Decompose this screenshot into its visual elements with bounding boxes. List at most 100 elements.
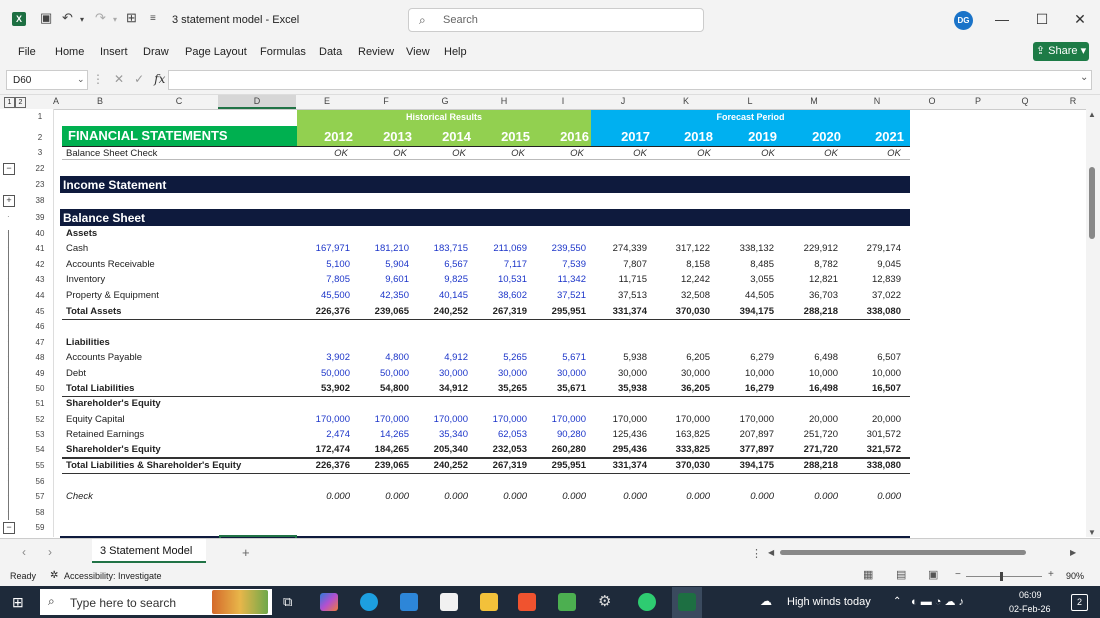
value-cell[interactable]: 170,000 [359,414,409,425]
value-cell[interactable]: 20,000 [788,414,838,425]
clock-date[interactable]: 02-Feb-26 [1009,604,1051,614]
row-number[interactable]: 39 [28,213,52,222]
value-cell[interactable]: 301,572 [851,429,901,440]
value-cell[interactable]: 16,279 [724,383,774,394]
line-label[interactable]: Shareholder's Equity [66,444,161,455]
file-explorer-icon[interactable] [480,593,498,611]
value-cell[interactable]: 9,825 [418,274,468,285]
value-cell[interactable]: 5,938 [597,352,647,363]
year-header[interactable]: 2012 [303,129,353,144]
value-cell[interactable]: 6,205 [660,352,710,363]
col-header[interactable]: G [416,96,474,106]
value-cell[interactable]: 0.000 [359,491,409,502]
search-input[interactable]: ⌕ Search [408,8,704,32]
page-break-view-icon[interactable]: ▣ [928,568,938,581]
borders-icon[interactable]: ⊞ [126,10,137,26]
row-number[interactable]: 23 [28,180,52,189]
row-number[interactable]: 38 [28,196,52,205]
year-header[interactable]: 2014 [421,129,471,144]
row-number[interactable]: 45 [28,307,52,316]
value-cell[interactable]: 170,000 [597,414,647,425]
tab-draw[interactable]: Draw [143,46,169,58]
value-cell[interactable]: 170,000 [660,414,710,425]
tab-help[interactable]: Help [444,46,467,58]
value-cell[interactable]: 36,205 [660,383,710,394]
row-number[interactable]: 56 [28,477,52,486]
redo-dropdown-icon[interactable]: ▾ [113,15,117,24]
check-value[interactable]: OK [874,148,914,159]
chevron-down-icon[interactable]: ⌄ [77,74,85,85]
autosave-icon[interactable]: ▣ [40,10,52,26]
line-label[interactable]: Total Liabilities & Shareholder's Equity [66,460,241,471]
share-button[interactable]: ⇪ Share ▾ [1033,42,1089,61]
tab-page-layout[interactable]: Page Layout [185,46,247,58]
value-cell[interactable]: 333,825 [660,444,710,455]
value-cell[interactable]: 7,807 [597,259,647,270]
more-icon[interactable]: ⋮ [92,72,104,86]
value-cell[interactable]: 170,000 [300,414,350,425]
value-cell[interactable]: 10,531 [477,274,527,285]
value-cell[interactable]: 338,132 [724,243,774,254]
value-cell[interactable]: 163,825 [660,429,710,440]
line-label[interactable]: Liabilities [66,337,110,348]
value-cell[interactable]: 16,498 [788,383,838,394]
value-cell[interactable]: 11,715 [597,274,647,285]
value-cell[interactable]: 50,000 [300,368,350,379]
tab-review[interactable]: Review [358,46,394,58]
value-cell[interactable]: 331,374 [597,306,647,317]
value-cell[interactable]: 229,912 [788,243,838,254]
scroll-right-icon[interactable]: ▶ [1070,548,1076,557]
value-cell[interactable]: 30,000 [536,368,586,379]
col-header[interactable]: A [52,96,60,106]
brave-icon[interactable] [518,593,536,611]
value-cell[interactable]: 16,507 [851,383,901,394]
income-statement-header[interactable]: Income Statement [63,178,166,192]
scroll-up-icon[interactable]: ▲ [1088,110,1096,119]
col-header[interactable]: Q [1002,96,1048,106]
value-cell[interactable]: 20,000 [851,414,901,425]
value-cell[interactable]: 50,000 [359,368,409,379]
settings-icon[interactable]: ⚙ [598,592,611,610]
value-cell[interactable]: 2,474 [300,429,350,440]
value-cell[interactable]: 4,800 [359,352,409,363]
customize-toolbar-icon[interactable]: ≡ [150,13,156,24]
year-header[interactable]: 2015 [480,129,530,144]
check-value[interactable]: OK [557,148,597,159]
year-header[interactable]: 2017 [600,129,650,144]
value-cell[interactable]: 240,252 [418,306,468,317]
col-header[interactable]: F [357,96,415,106]
value-cell[interactable]: 321,572 [851,444,901,455]
accessibility-icon[interactable]: ✲ [50,570,58,581]
line-label[interactable]: Debt [66,368,86,379]
horizontal-scroll-thumb[interactable] [780,550,1026,555]
zoom-in-icon[interactable]: + [1048,569,1054,580]
value-cell[interactable]: 226,376 [300,306,350,317]
year-header[interactable]: 2020 [791,129,841,144]
value-cell[interactable]: 35,265 [477,383,527,394]
check-value[interactable]: OK [748,148,788,159]
value-cell[interactable]: 181,210 [359,243,409,254]
value-cell[interactable]: 35,938 [597,383,647,394]
value-cell[interactable]: 9,601 [359,274,409,285]
value-cell[interactable]: 240,252 [418,460,468,471]
zoom-slider[interactable] [966,576,1042,577]
value-cell[interactable]: 7,539 [536,259,586,270]
col-header[interactable]: I [534,96,592,106]
col-header[interactable]: B [62,96,138,106]
value-cell[interactable]: 30,000 [418,368,468,379]
cancel-icon[interactable]: ✕ [114,72,124,86]
value-cell[interactable]: 331,374 [597,460,647,471]
check-label[interactable]: Balance Sheet Check [66,148,157,159]
zoom-out-icon[interactable]: − [955,569,961,580]
row-number[interactable]: 22 [28,164,52,173]
tab-data[interactable]: Data [319,46,342,58]
value-cell[interactable]: 232,053 [477,444,527,455]
redo-icon[interactable]: ↷ [95,10,106,26]
year-header[interactable]: 2013 [362,129,412,144]
line-label[interactable]: Accounts Receivable [66,259,155,270]
value-cell[interactable]: 12,242 [660,274,710,285]
value-cell[interactable]: 226,376 [300,460,350,471]
enter-icon[interactable]: ✓ [134,72,144,86]
value-cell[interactable]: 9,045 [851,259,901,270]
value-cell[interactable]: 260,280 [536,444,586,455]
